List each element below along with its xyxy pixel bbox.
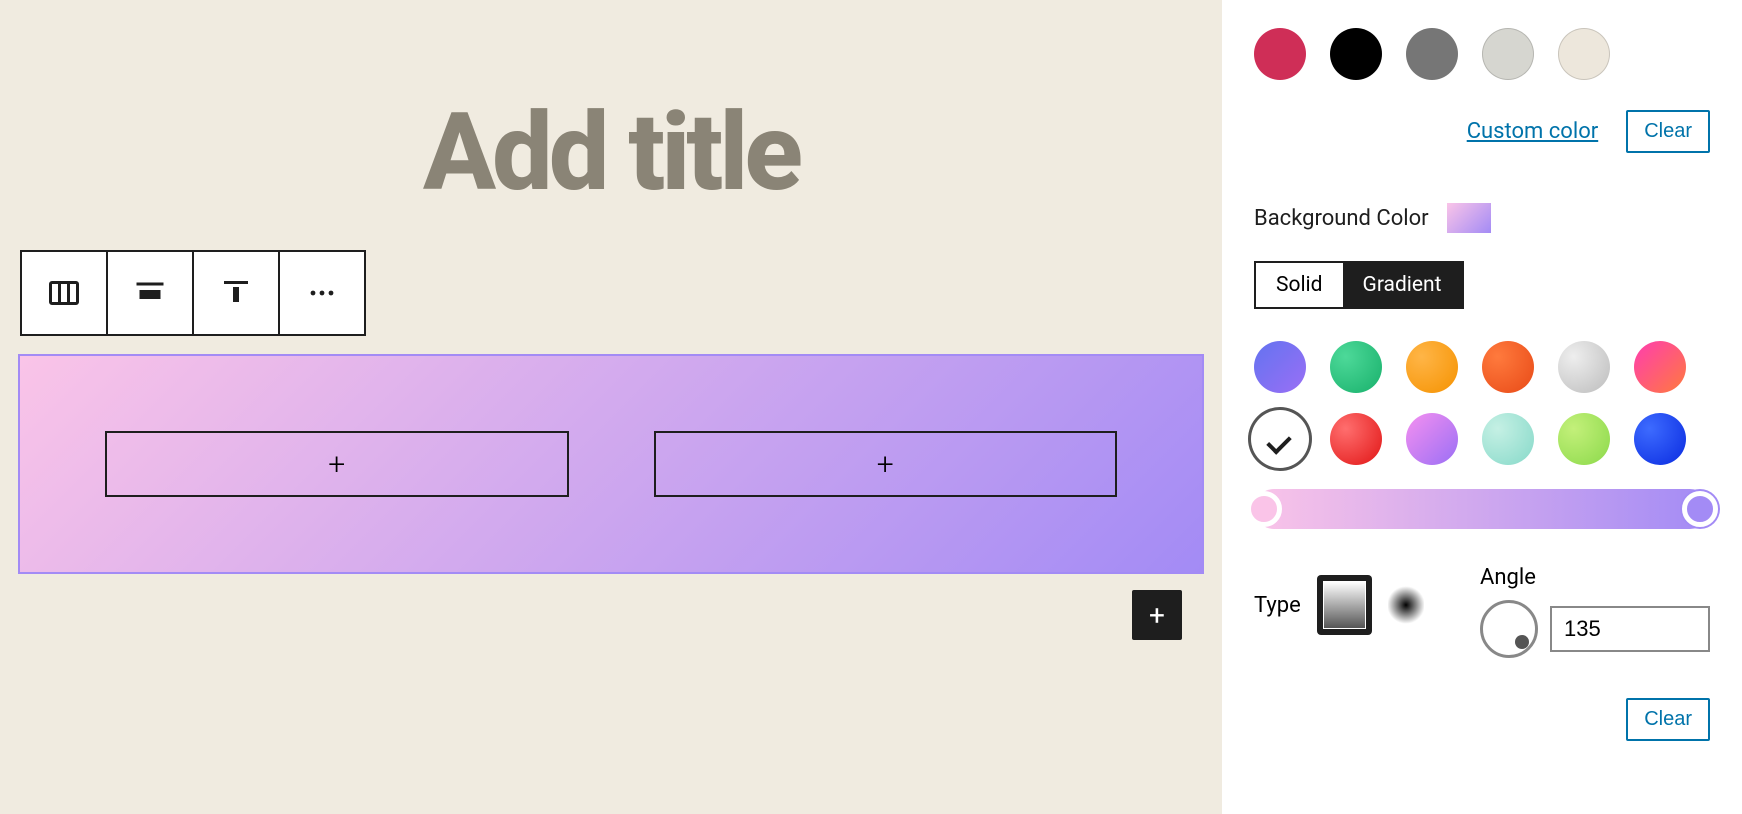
align-wide-icon[interactable] — [106, 250, 194, 336]
gradient-swatch-selected-pink-purple[interactable] — [1254, 413, 1306, 465]
gradient-swatch-silver[interactable] — [1558, 341, 1610, 393]
clear-background-button[interactable]: Clear — [1626, 698, 1710, 741]
gradient-swatch-green[interactable] — [1330, 341, 1382, 393]
text-color-swatch-gray[interactable] — [1406, 28, 1458, 80]
gradient-swatch-orange[interactable] — [1406, 341, 1458, 393]
text-color-swatches — [1254, 28, 1710, 80]
angle-dial[interactable] — [1480, 600, 1538, 658]
gradient-presets-row-1 — [1254, 341, 1710, 393]
gradient-swatch-red-orange[interactable] — [1482, 341, 1534, 393]
columns-block-icon[interactable] — [20, 250, 108, 336]
text-color-swatch-pale-gray[interactable] — [1482, 28, 1534, 80]
post-title-input[interactable]: Add title — [20, 90, 1202, 216]
text-color-swatch-off-white[interactable] — [1558, 28, 1610, 80]
angle-label: Angle — [1480, 565, 1710, 590]
gradient-swatch-magenta-orange[interactable] — [1634, 341, 1686, 393]
gradient-presets-row-2 — [1254, 413, 1710, 465]
editor-canvas: Add title + + + — [0, 0, 1222, 814]
angle-input[interactable] — [1550, 606, 1710, 652]
gradient-type-linear-button[interactable] — [1317, 575, 1372, 635]
more-options-icon[interactable] — [278, 250, 366, 336]
gradient-tab[interactable]: Gradient — [1343, 263, 1462, 307]
text-color-swatch-black[interactable] — [1330, 28, 1382, 80]
gradient-stop-end[interactable] — [1682, 491, 1718, 527]
gradient-swatch-teal[interactable] — [1482, 413, 1534, 465]
block-toolbar — [20, 250, 1202, 336]
vertical-align-top-icon[interactable] — [192, 250, 280, 336]
gradient-swatch-blue-purple[interactable] — [1254, 341, 1306, 393]
gradient-type-label: Type — [1254, 565, 1301, 618]
gradient-type-radial-button[interactable] — [1388, 585, 1424, 625]
gradient-slider[interactable] — [1254, 489, 1710, 529]
solid-tab[interactable]: Solid — [1256, 263, 1343, 307]
text-color-swatch-vivid-red[interactable] — [1254, 28, 1306, 80]
gradient-swatch-lime[interactable] — [1558, 413, 1610, 465]
column-add-left[interactable]: + — [105, 431, 569, 497]
clear-text-color-button[interactable]: Clear — [1626, 110, 1710, 153]
gradient-swatch-blue[interactable] — [1634, 413, 1686, 465]
settings-sidebar: Custom color Clear Background Color Soli… — [1222, 0, 1742, 814]
add-block-button[interactable]: + — [1132, 590, 1182, 640]
color-mode-segmented-control: Solid Gradient — [1254, 261, 1464, 309]
gradient-stop-start[interactable] — [1246, 491, 1282, 527]
background-color-label: Background Color — [1254, 206, 1429, 231]
column-add-right[interactable]: + — [654, 431, 1118, 497]
background-preview-swatch — [1447, 203, 1491, 233]
gradient-swatch-red[interactable] — [1330, 413, 1382, 465]
custom-color-link[interactable]: Custom color — [1467, 119, 1599, 144]
gradient-swatch-pink-purple[interactable] — [1406, 413, 1458, 465]
columns-block[interactable]: + + — [20, 356, 1202, 572]
